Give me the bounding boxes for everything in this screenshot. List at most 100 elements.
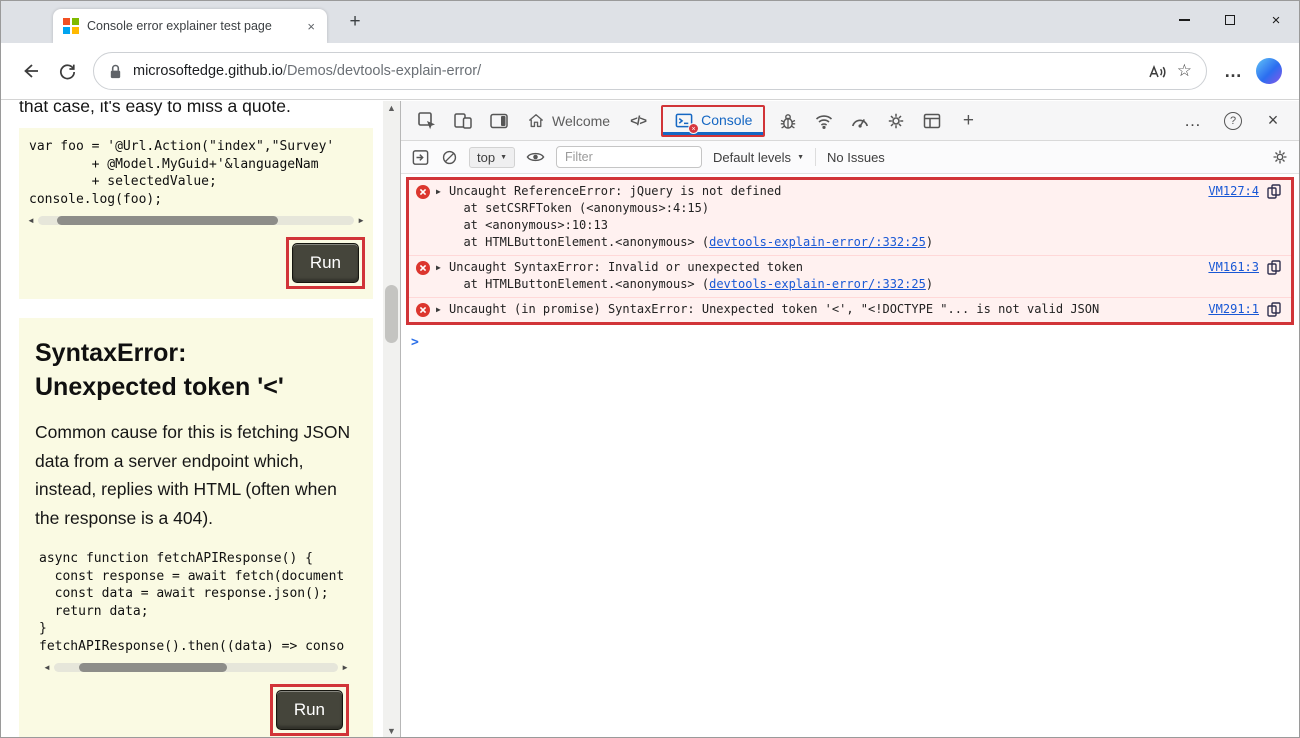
- tab-console[interactable]: × Console: [663, 107, 763, 135]
- copy-icon[interactable]: [1267, 184, 1281, 199]
- console-error-row: ▶Uncaught SyntaxError: Invalid or unexpe…: [409, 255, 1291, 297]
- section-body: Common cause for this is fetching JSON d…: [35, 418, 357, 532]
- url-text: microsoftedge.github.io/Demos/devtools-e…: [133, 63, 1138, 79]
- error-message-line: at HTMLButtonElement.<anonymous> (devtoo…: [449, 234, 1194, 251]
- page-content: that case, it's easy to miss a quote. va…: [1, 101, 383, 738]
- clear-console-icon[interactable]: [441, 149, 458, 166]
- tab-close-icon[interactable]: ×: [305, 19, 317, 34]
- devtools-tabbar: Welcome </> × Console: [401, 101, 1299, 141]
- error-message-text: ▶Uncaught (in promise) SyntaxError: Unex…: [436, 301, 1194, 318]
- help-icon[interactable]: ?: [1219, 107, 1247, 135]
- live-expression-eye-icon[interactable]: [526, 149, 545, 165]
- address-bar[interactable]: microsoftedge.github.io/Demos/devtools-e…: [93, 52, 1207, 90]
- tab-elements[interactable]: </>: [624, 107, 652, 135]
- context-selector[interactable]: top ▼: [469, 147, 515, 168]
- copilot-button[interactable]: [1251, 53, 1287, 89]
- maximize-button[interactable]: [1207, 1, 1253, 39]
- source-location-link[interactable]: VM291:1: [1208, 301, 1259, 318]
- scrollbar-thumb[interactable]: [79, 663, 227, 672]
- home-icon: [527, 112, 545, 130]
- favorites-star-icon[interactable]: ☆: [1177, 61, 1192, 81]
- window-controls: ×: [1161, 1, 1299, 39]
- stack-frame-link[interactable]: devtools-explain-error/:332:25: [709, 235, 926, 249]
- chevron-down-icon: ▼: [500, 154, 507, 161]
- network-icon[interactable]: [810, 107, 838, 135]
- console-prompt-row[interactable]: >: [401, 325, 1299, 351]
- error-icon: [416, 261, 430, 275]
- devtools-menu-icon[interactable]: …: [1179, 107, 1207, 135]
- run-button-1[interactable]: Run: [292, 243, 359, 283]
- section-heading: SyntaxError: Unexpected token '<': [35, 336, 357, 404]
- page-vertical-scrollbar[interactable]: ▲ ▼: [383, 101, 400, 738]
- microsoft-logo-icon: [63, 18, 79, 34]
- minimize-button[interactable]: [1161, 1, 1207, 39]
- dock-panel-icon[interactable]: [485, 107, 513, 135]
- expand-triangle-icon[interactable]: ▶: [436, 259, 441, 276]
- error-message-line: at <anonymous>:10:13: [449, 217, 1194, 234]
- expand-triangle-icon[interactable]: ▶: [436, 183, 441, 200]
- expand-triangle-icon[interactable]: ▶: [436, 301, 441, 318]
- scrollbar-thumb[interactable]: [385, 285, 398, 343]
- filter-input[interactable]: [556, 146, 702, 168]
- console-sidebar-icon[interactable]: [411, 148, 430, 167]
- scroll-left-icon[interactable]: ◄: [43, 664, 51, 672]
- stack-frame-link[interactable]: devtools-explain-error/:332:25: [709, 277, 926, 291]
- error-count-badge: ×: [688, 123, 699, 134]
- code-2-horizontal-scrollbar[interactable]: ◄ ►: [43, 661, 349, 674]
- error-message-line: at setCSRFToken (<anonymous>:4:15): [449, 200, 1194, 217]
- console-messages: ▶Uncaught ReferenceError: jQuery is not …: [409, 180, 1291, 322]
- log-levels-dropdown[interactable]: Default levels ▼: [713, 150, 804, 165]
- application-icon[interactable]: [918, 107, 946, 135]
- device-emulation-icon[interactable]: [449, 107, 477, 135]
- error-icon: [416, 185, 430, 199]
- scroll-up-icon[interactable]: ▲: [387, 104, 396, 113]
- console-output: ▶Uncaught ReferenceError: jQuery is not …: [401, 177, 1299, 351]
- console-settings-gear-icon[interactable]: [1271, 148, 1289, 166]
- console-prompt-icon: >: [411, 335, 419, 350]
- debugger-icon[interactable]: [774, 107, 802, 135]
- intro-text: that case, it's easy to miss a quote.: [19, 101, 383, 117]
- error-message-line: at HTMLButtonElement.<anonymous> (devtoo…: [449, 276, 1194, 293]
- error-message-line: ▶Uncaught ReferenceError: jQuery is not …: [449, 183, 1194, 200]
- inspect-icon[interactable]: [413, 107, 441, 135]
- devtools-panel: Welcome </> × Console: [400, 101, 1299, 737]
- issues-counter[interactable]: No Issues: [827, 150, 885, 165]
- run-button-2[interactable]: Run: [276, 690, 343, 730]
- source-location-link[interactable]: VM161:3: [1208, 259, 1259, 276]
- scroll-right-icon[interactable]: ►: [341, 664, 349, 672]
- source-location-link[interactable]: VM127:4: [1208, 183, 1259, 200]
- code-1-horizontal-scrollbar[interactable]: ◄ ►: [27, 214, 365, 227]
- read-aloud-icon[interactable]: [1148, 63, 1167, 80]
- console-toolbar: top ▼ Default levels ▼ No Issues: [401, 141, 1299, 174]
- settings-menu-button[interactable]: …: [1215, 53, 1251, 89]
- error-message-line: ▶Uncaught SyntaxError: Invalid or unexpe…: [449, 259, 1194, 276]
- refresh-button[interactable]: [49, 53, 85, 89]
- more-tools-icon[interactable]: +: [954, 107, 982, 135]
- annotation-box-run-2: Run: [270, 684, 349, 736]
- scroll-down-icon[interactable]: ▼: [387, 727, 396, 736]
- back-button[interactable]: [13, 53, 49, 89]
- close-button[interactable]: ×: [1253, 1, 1299, 39]
- devtools-close-icon[interactable]: ×: [1259, 107, 1287, 135]
- performance-icon[interactable]: [846, 107, 874, 135]
- content-area: that case, it's easy to miss a quote. va…: [1, 101, 1299, 737]
- scrollbar-thumb[interactable]: [57, 216, 278, 225]
- browser-tab[interactable]: Console error explainer test page ×: [53, 9, 327, 43]
- chevron-down-icon: ▼: [797, 154, 804, 161]
- console-error-row: ▶Uncaught ReferenceError: jQuery is not …: [409, 180, 1291, 255]
- separator: [815, 148, 816, 166]
- console-error-row: ▶Uncaught (in promise) SyntaxError: Unex…: [409, 297, 1291, 322]
- error-message-text: ▶Uncaught SyntaxError: Invalid or unexpe…: [436, 259, 1194, 293]
- copy-icon[interactable]: [1267, 260, 1281, 275]
- lock-icon[interactable]: [108, 63, 123, 80]
- error-message-text: ▶Uncaught ReferenceError: jQuery is not …: [436, 183, 1194, 251]
- copilot-icon: [1256, 58, 1282, 84]
- scroll-right-icon[interactable]: ►: [357, 217, 365, 225]
- annotation-box-errors: ▶Uncaught ReferenceError: jQuery is not …: [406, 177, 1294, 325]
- tab-welcome[interactable]: Welcome: [517, 101, 620, 141]
- copy-icon[interactable]: [1267, 302, 1281, 317]
- new-tab-button[interactable]: +: [343, 10, 367, 34]
- annotation-box-console-tab: × Console: [661, 105, 765, 137]
- memory-icon[interactable]: [882, 107, 910, 135]
- scroll-left-icon[interactable]: ◄: [27, 217, 35, 225]
